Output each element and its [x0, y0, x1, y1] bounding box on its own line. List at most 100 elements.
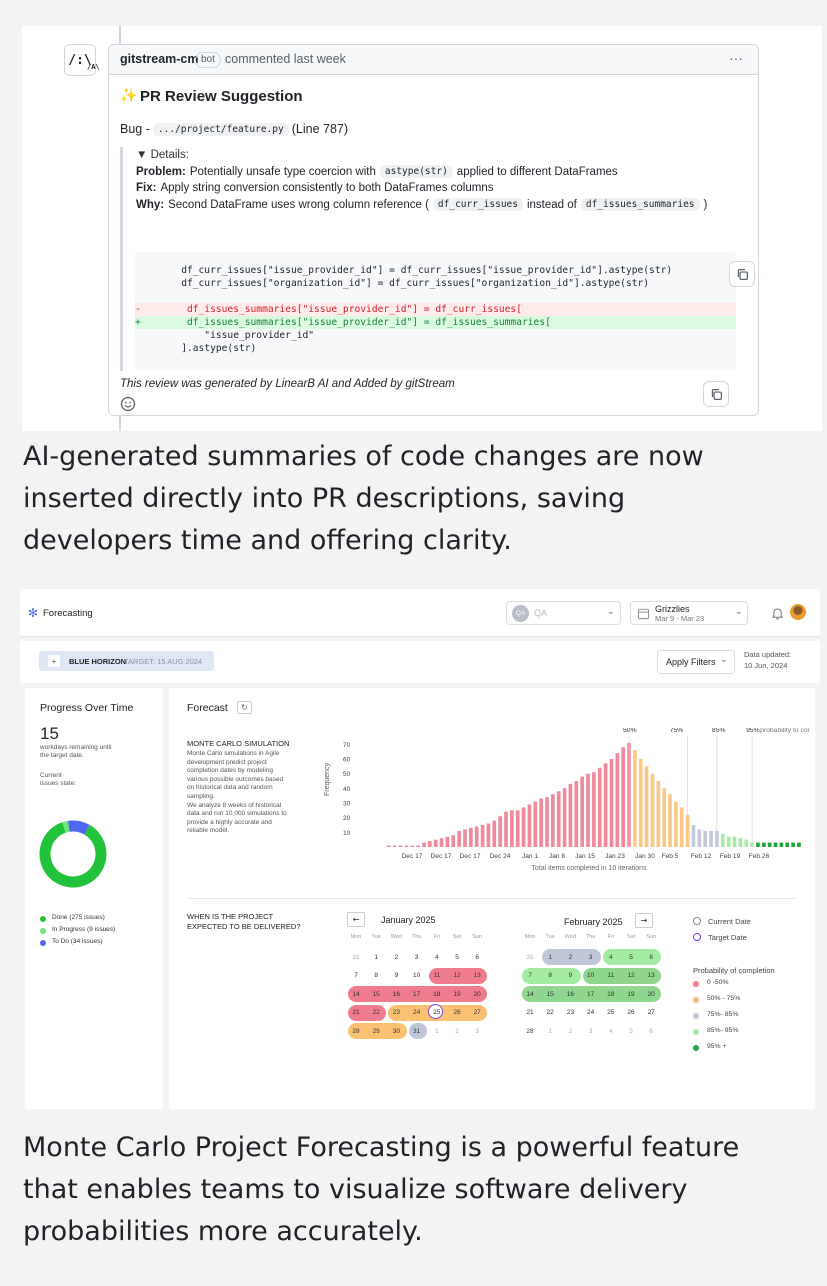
why-text-a: Second DataFrame uses wrong column refer…: [168, 198, 429, 211]
user-avatar[interactable]: [790, 604, 806, 620]
calendar-day[interactable]: 14: [348, 986, 364, 1002]
calendar-day[interactable]: 23: [388, 1005, 404, 1021]
calendar-day[interactable]: 5: [623, 949, 639, 965]
calendar-day[interactable]: 6: [643, 1023, 659, 1039]
calendar-day[interactable]: 28: [348, 1023, 364, 1039]
more-options-icon[interactable]: ···: [729, 50, 743, 66]
calendar-day[interactable]: 20: [469, 986, 485, 1002]
calendar-day[interactable]: 19: [449, 986, 465, 1002]
calendar-day[interactable]: 9: [388, 968, 404, 984]
apply-filters-button[interactable]: Apply Filters ⌄: [657, 650, 735, 674]
bug-prefix: Bug -: [120, 122, 150, 136]
comment-meta[interactable]: commented last week: [225, 52, 346, 66]
calendar-day[interactable]: 28: [522, 1023, 538, 1039]
calendar-day[interactable]: 5: [623, 1023, 639, 1039]
calendar-day[interactable]: 11: [429, 968, 445, 984]
team-selector[interactable]: Grizzlies Mar 9 - Mar 23 ⌄: [630, 601, 748, 625]
mc-title: MONTE CARLO SIMULATION: [187, 739, 290, 748]
calendar-day[interactable]: 20: [643, 986, 659, 1002]
calendar-day[interactable]: 2: [562, 949, 578, 965]
calendar-day[interactable]: 8: [542, 968, 558, 984]
calendar-day[interactable]: 18: [429, 986, 445, 1002]
calendar-day[interactable]: 15: [368, 986, 384, 1002]
calendar-day[interactable]: 3: [583, 1023, 599, 1039]
calendar-day[interactable]: 1: [368, 949, 384, 965]
calendar-day[interactable]: 3: [583, 949, 599, 965]
calendar-day-target[interactable]: 25: [429, 1005, 445, 1021]
calendar-day[interactable]: 31: [409, 1023, 425, 1039]
calendar-day[interactable]: 29: [368, 1023, 384, 1039]
team-name: Grizzlies: [655, 604, 690, 614]
next-month-button[interactable]: →: [635, 913, 653, 928]
calendar-day[interactable]: 31: [522, 949, 538, 965]
calendar-day[interactable]: 24: [409, 1005, 425, 1021]
calendar-day[interactable]: 9: [562, 968, 578, 984]
calendar-day[interactable]: 25: [603, 1005, 619, 1021]
calendar-day[interactable]: 1: [429, 1023, 445, 1039]
refresh-icon[interactable]: ↻: [237, 701, 252, 714]
calendar-day[interactable]: 12: [449, 968, 465, 984]
qa-selector[interactable]: QA QA ⌄: [506, 601, 621, 625]
calendar-day[interactable]: 1: [542, 1023, 558, 1039]
calendar-day[interactable]: 21: [348, 1005, 364, 1021]
calendar-day[interactable]: 17: [409, 986, 425, 1002]
calendar-day[interactable]: 4: [429, 949, 445, 965]
calendar-day[interactable]: 21: [522, 1005, 538, 1021]
prev-month-button[interactable]: ←: [347, 912, 365, 927]
calendar-day[interactable]: 5: [449, 949, 465, 965]
calendar-day[interactable]: 2: [449, 1023, 465, 1039]
calendar-day[interactable]: 2: [388, 949, 404, 965]
calendar-day[interactable]: 18: [603, 986, 619, 1002]
calendar-day[interactable]: 27: [643, 1005, 659, 1021]
calendar-day[interactable]: 16: [388, 986, 404, 1002]
chart-bar: [521, 807, 526, 847]
forecasting-app-icon: ✻: [28, 606, 39, 620]
pr-comment-screenshot: /:\ /A\ gitstream-cm bot commented last …: [22, 26, 822, 431]
calendar-day[interactable]: 2: [562, 1023, 578, 1039]
calendar-day[interactable]: 22: [542, 1005, 558, 1021]
calendar-day[interactable]: 6: [469, 949, 485, 965]
calendar-day[interactable]: 4: [603, 949, 619, 965]
calendar-day[interactable]: 7: [522, 968, 538, 984]
calendar-day[interactable]: 3: [469, 1023, 485, 1039]
project-chip[interactable]: + BLUE HORIZON TARGET: 15 AUG 2024: [39, 651, 214, 671]
calendar-day[interactable]: 10: [583, 968, 599, 984]
copy-footer-button[interactable]: [703, 381, 729, 407]
calendar-day[interactable]: 15: [542, 986, 558, 1002]
x-tick-label: Feb 19: [720, 853, 741, 860]
chevron-down-icon: ⌄: [735, 606, 743, 616]
calendar-day[interactable]: 26: [449, 1005, 465, 1021]
calendar-day[interactable]: 13: [643, 968, 659, 984]
calendar-day[interactable]: 14: [522, 986, 538, 1002]
calendar-day[interactable]: 27: [469, 1005, 485, 1021]
details-toggle[interactable]: ▼ Details:: [136, 149, 189, 161]
calendar-day[interactable]: 30: [388, 1023, 404, 1039]
gitstream-avatar[interactable]: /:\ /A\: [64, 44, 100, 76]
calendar-day[interactable]: 13: [469, 968, 485, 984]
bell-icon[interactable]: [772, 607, 783, 620]
calendar-day[interactable]: 11: [603, 968, 619, 984]
y-axis-label: Frequency: [324, 762, 331, 796]
calendar-day[interactable]: 24: [583, 1005, 599, 1021]
calendar-day[interactable]: 31: [348, 949, 364, 965]
calendar-day[interactable]: 12: [623, 968, 639, 984]
calendar-day[interactable]: 16: [562, 986, 578, 1002]
calendar-day[interactable]: 22: [368, 1005, 384, 1021]
calendar-day[interactable]: 7: [348, 968, 364, 984]
calendar-day[interactable]: 6: [643, 949, 659, 965]
calendar-day[interactable]: 8: [368, 968, 384, 984]
comment-author[interactable]: gitstream-cm: [120, 52, 199, 66]
calendar-day[interactable]: 26: [623, 1005, 639, 1021]
add-reaction-button[interactable]: [120, 396, 136, 416]
calendar-day[interactable]: 19: [623, 986, 639, 1002]
calendar-day[interactable]: 3: [409, 949, 425, 965]
calendar-day[interactable]: 23: [562, 1005, 578, 1021]
calendar-day[interactable]: 4: [603, 1023, 619, 1039]
copy-code-button[interactable]: [729, 261, 755, 287]
calendar-day[interactable]: 10: [409, 968, 425, 984]
chart-bar: [615, 753, 620, 847]
calendar-day[interactable]: 1: [542, 949, 558, 965]
chart-bar: [410, 845, 415, 847]
project-bar: + BLUE HORIZON TARGET: 15 AUG 2024 Apply…: [20, 641, 820, 683]
calendar-day[interactable]: 17: [583, 986, 599, 1002]
